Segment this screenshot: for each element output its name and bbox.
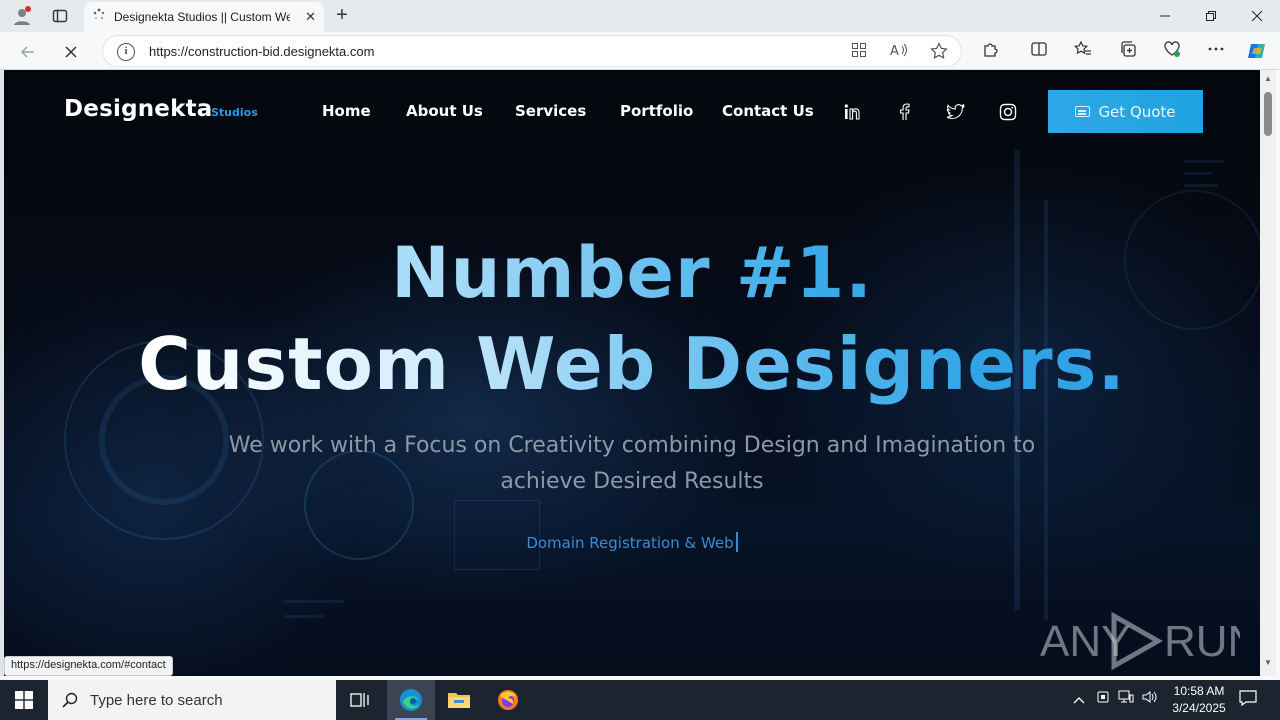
status-url-bubble: https://designekta.com/#contact: [4, 656, 173, 676]
device-icon[interactable]: [1093, 690, 1113, 710]
copilot-icon[interactable]: [1246, 40, 1268, 62]
notifications-icon[interactable]: [1238, 690, 1258, 710]
search-placeholder: Type here to search: [90, 691, 223, 709]
tab-active[interactable]: Designekta Studios || Custom Web Designe…: [84, 2, 324, 32]
nav-home[interactable]: Home: [322, 102, 371, 120]
volume-icon[interactable]: [1140, 690, 1160, 710]
site-info-icon[interactable]: i: [117, 43, 135, 61]
scroll-down-icon[interactable]: ▼: [1263, 658, 1273, 667]
search-icon: [62, 692, 78, 708]
hero-description: We work with a Focus on Creativity combi…: [228, 433, 1036, 494]
instagram-icon[interactable]: [997, 101, 1019, 123]
favorites-icon[interactable]: [1072, 40, 1094, 62]
page-scrollbar[interactable]: ▲ ▼: [1260, 70, 1276, 676]
window-edge: [1276, 70, 1280, 676]
site-logo[interactable]: Designekta: [64, 96, 213, 122]
nav-services[interactable]: Services: [515, 102, 586, 120]
split-screen-icon[interactable]: [1028, 40, 1050, 62]
nav-about-us[interactable]: About Us: [406, 102, 483, 120]
anyrun-watermark: ANY RUN: [1040, 610, 1240, 672]
message-icon: [1075, 106, 1091, 117]
svg-text:A: A: [890, 44, 899, 58]
clock-time: 10:58 AM: [1173, 684, 1225, 698]
tab-bar: Designekta Studios || Custom Web Designe…: [0, 0, 1280, 32]
new-tab-button[interactable]: +: [330, 4, 354, 28]
get-quote-label: Get Quote: [1098, 102, 1176, 121]
back-button[interactable]: [15, 39, 41, 65]
browser-essentials-icon[interactable]: [1161, 40, 1183, 62]
get-quote-button[interactable]: Get Quote: [1048, 90, 1203, 133]
hero-heading-line1: Number #1.: [4, 232, 1260, 314]
scroll-up-icon[interactable]: ▲: [1263, 74, 1273, 83]
scroll-thumb[interactable]: [1264, 92, 1272, 136]
background-bar: [284, 600, 344, 603]
background-bar: [1184, 184, 1218, 187]
nav-portfolio[interactable]: Portfolio: [620, 102, 693, 120]
background-bar: [1184, 160, 1224, 163]
tab-actions-icon[interactable]: [48, 4, 72, 28]
system-clock[interactable]: 10:58 AM 3/24/2025: [1160, 683, 1238, 717]
hero-heading-line2: Custom Web Designers.: [4, 322, 1260, 406]
restore-button[interactable]: [1188, 0, 1234, 32]
read-aloud-icon[interactable]: A: [889, 42, 909, 62]
task-view-icon[interactable]: [336, 680, 384, 720]
address-bar[interactable]: i https://construction-bid.designekta.co…: [102, 35, 962, 67]
extensions-icon[interactable]: [980, 40, 1002, 62]
clock-date: 3/24/2025: [1172, 701, 1226, 715]
typing-caret: [735, 532, 738, 552]
site-logo-sub: Studios: [211, 106, 258, 119]
tab-title: Designekta Studios || Custom Web Designe…: [114, 10, 290, 24]
typed-text: Domain Registration & Web: [526, 534, 734, 552]
favorite-star-icon[interactable]: [929, 42, 949, 62]
loading-icon: [92, 8, 106, 27]
minimize-button[interactable]: [1142, 0, 1188, 32]
edge-taskbar-icon[interactable]: [387, 680, 435, 720]
collections-icon[interactable]: [1117, 40, 1139, 62]
linkedin-icon[interactable]: [841, 101, 863, 123]
typed-text-line: Domain Registration & Web: [4, 532, 1260, 552]
more-options-icon[interactable]: [1205, 40, 1227, 62]
background-bar: [284, 615, 324, 618]
app-available-icon[interactable]: [849, 42, 869, 62]
facebook-icon[interactable]: [893, 101, 915, 123]
nav-contact-us[interactable]: Contact Us: [722, 102, 814, 120]
windows-logo-icon: [15, 691, 33, 709]
browser-toolbar: i https://construction-bid.designekta.co…: [0, 32, 1280, 70]
close-window-button[interactable]: [1234, 0, 1280, 32]
address-url[interactable]: https://construction-bid.designekta.com: [149, 44, 374, 59]
page-viewport: Designekta Studios Home About Us Service…: [4, 70, 1260, 676]
taskbar-search[interactable]: Type here to search: [48, 680, 336, 720]
taskbar: Type here to search 10:58 AM 3/24/2025: [0, 680, 1280, 720]
stop-loading-button[interactable]: [58, 39, 84, 65]
background-bar: [1184, 172, 1212, 175]
twitter-icon[interactable]: [945, 101, 967, 123]
svg-text:RUN: RUN: [1164, 617, 1240, 666]
start-button[interactable]: [0, 680, 48, 720]
show-hidden-icons[interactable]: [1069, 690, 1089, 710]
svg-text:ANY: ANY: [1040, 617, 1130, 666]
close-tab-icon[interactable]: ✕: [305, 9, 316, 25]
profile-icon[interactable]: [10, 4, 34, 28]
file-explorer-icon[interactable]: [435, 680, 483, 720]
firefox-icon[interactable]: [484, 680, 532, 720]
network-icon[interactable]: [1116, 690, 1136, 710]
